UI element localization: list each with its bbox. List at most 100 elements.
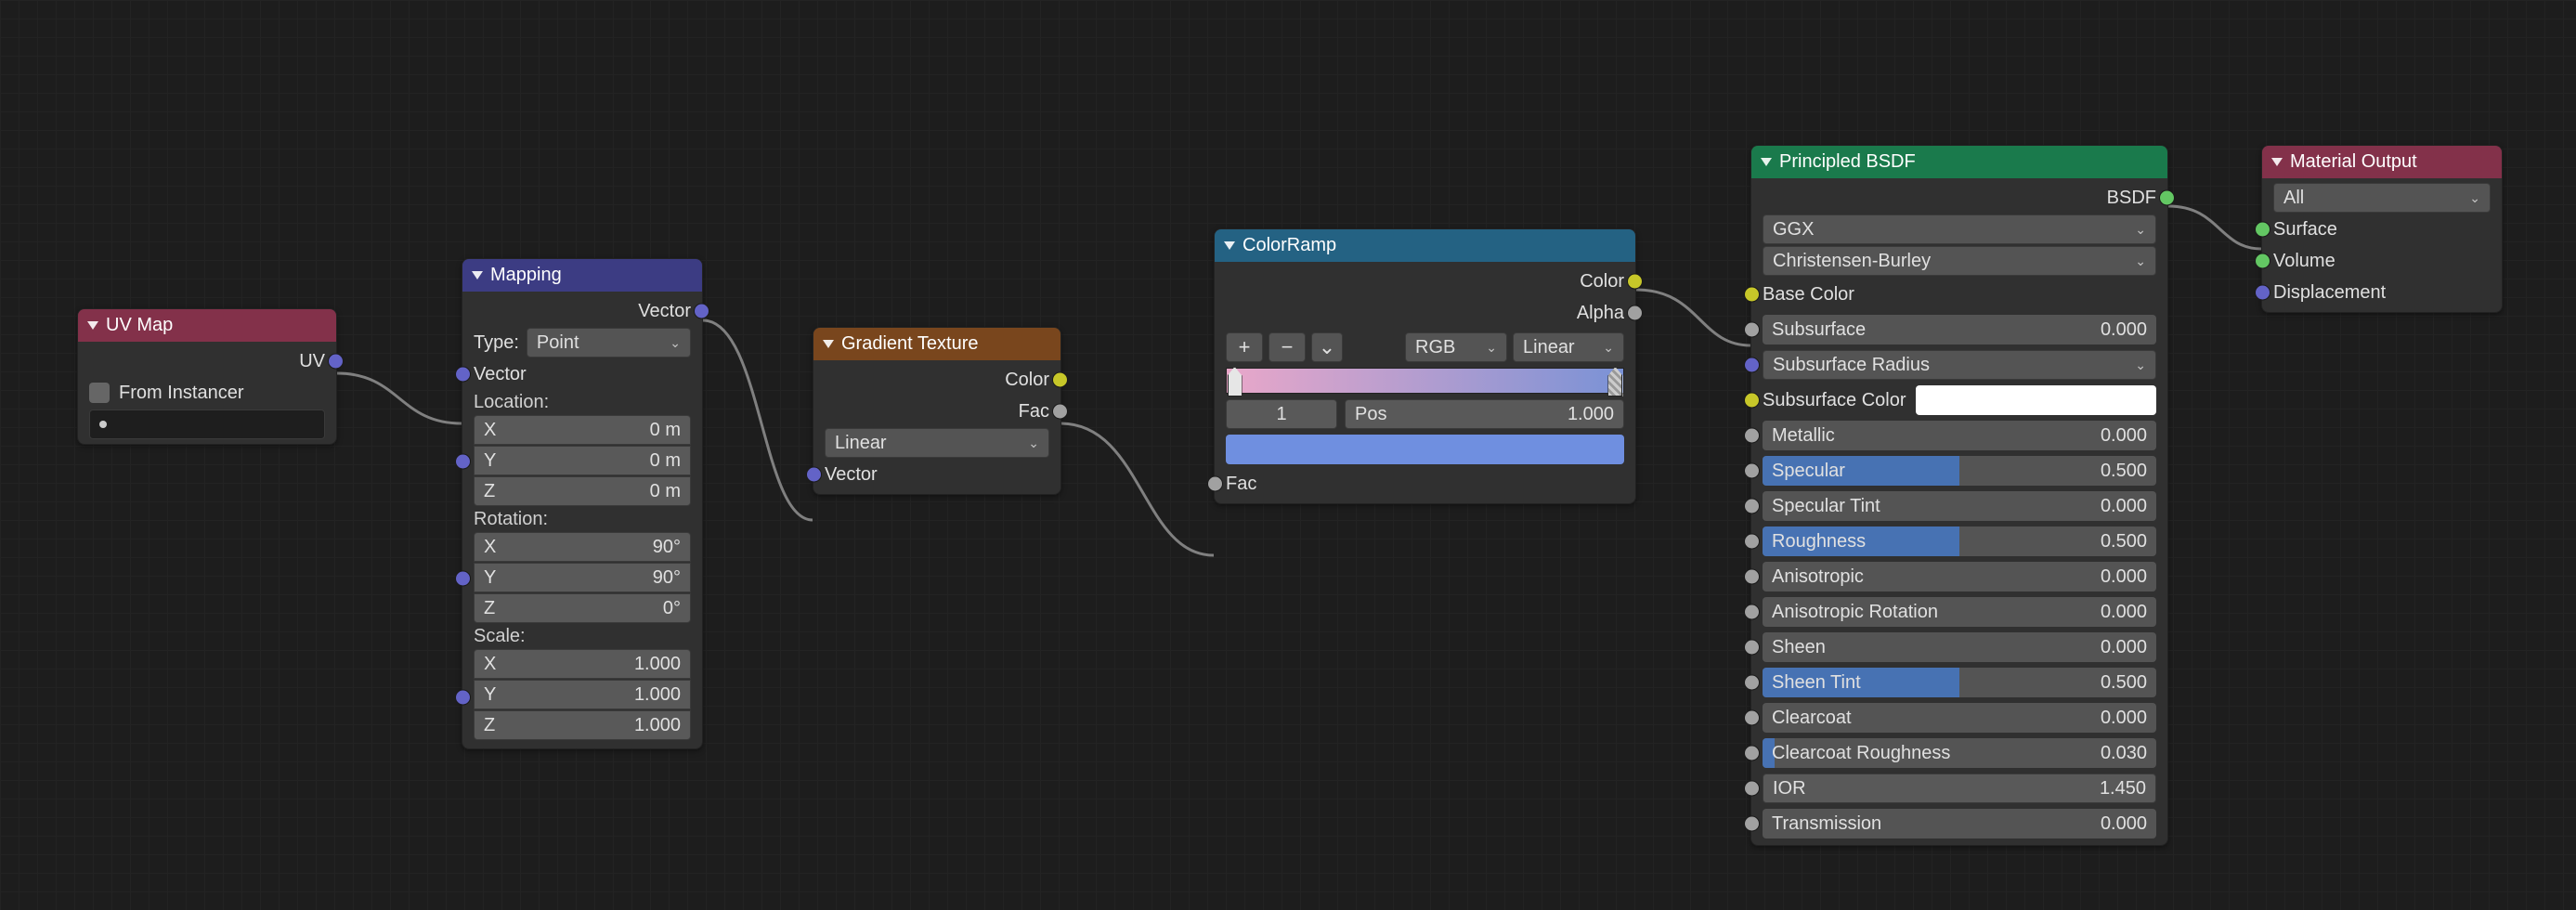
socket-out-color[interactable] [1052,372,1068,388]
socket-out-vector[interactable] [328,354,344,370]
clearcoat-roughness-field[interactable]: Clearcoat Roughness0.030 [1763,738,2156,768]
specular-field[interactable]: Specular0.500 [1763,456,2156,486]
socket-in-volume[interactable] [2255,254,2270,269]
collapse-icon[interactable] [1224,241,1235,250]
collapse-icon[interactable] [472,271,483,280]
ior-field[interactable]: IOR1.450 [1763,774,2156,803]
rotation-x[interactable]: X90° [474,532,691,562]
ramp-index[interactable]: 1 [1226,399,1337,429]
node-colorramp[interactable]: ColorRamp Color Alpha + − ⌄ RGB⌄ Linear⌄ [1214,228,1636,504]
out-bsdf[interactable]: BSDF [1751,182,2167,214]
anisotropic-field[interactable]: Anisotropic0.000 [1763,562,2156,592]
scale-z[interactable]: Z1.000 [474,710,691,740]
location-z[interactable]: Z0 m [474,476,691,506]
sss-method-dropdown[interactable]: Christensen-Burley⌄ [1763,246,2156,276]
gradient-type-dropdown[interactable]: Linear ⌄ [825,428,1049,458]
out-fac[interactable]: Fac [813,396,1060,427]
sheen-field[interactable]: Sheen0.000 [1763,632,2156,662]
socket-out-alpha[interactable] [1627,306,1643,321]
in-base-color[interactable]: Base Color [1751,277,2167,312]
ramp-add-button[interactable]: + [1226,332,1263,362]
ramp-pos[interactable]: Pos 1.000 [1345,399,1624,429]
distribution-dropdown[interactable]: GGX⌄ [1763,214,2156,244]
in-volume[interactable]: Volume [2262,245,2502,277]
ramp-gradient[interactable] [1226,368,1624,394]
socket-in-vector[interactable] [455,367,471,383]
subsurface-radius-dropdown[interactable]: Subsurface Radius⌄ [1763,350,2156,380]
node-mapping[interactable]: Mapping Vector Type: Point ⌄ Vector Loca… [462,258,703,749]
socket-out-vector[interactable] [694,304,709,319]
collapse-icon[interactable] [1761,158,1772,166]
chevron-down-icon: ⌄ [2135,254,2146,269]
uvmap-name-field[interactable] [89,410,325,439]
roughness-field[interactable]: Roughness0.500 [1763,526,2156,556]
in-vector[interactable]: Vector [813,459,1060,490]
node-header[interactable]: Mapping [462,259,702,292]
in-subsurface-radius[interactable]: Subsurface Radius⌄ [1751,347,2167,383]
node-uvmap[interactable]: UV Map UV From Instancer [77,308,337,445]
sheen-tint-field[interactable]: Sheen Tint0.500 [1763,668,2156,697]
specular-tint-field[interactable]: Specular Tint0.000 [1763,491,2156,521]
ramp-stop-1[interactable] [1607,367,1622,396]
socket-in-displacement[interactable] [2255,285,2270,301]
from-instancer-row[interactable]: From Instancer [78,377,336,409]
scale-y[interactable]: Y1.000 [474,680,691,709]
in-subsurface[interactable]: Subsurface0.000 [1751,312,2167,347]
socket-in-surface[interactable] [2255,222,2270,238]
socket-in-location[interactable] [455,453,471,469]
node-header[interactable]: ColorRamp [1215,229,1635,262]
collapse-icon[interactable] [87,321,98,330]
node-header[interactable]: UV Map [78,309,336,342]
subsurface-field[interactable]: Subsurface0.000 [1763,315,2156,344]
ramp-remove-button[interactable]: − [1268,332,1306,362]
chevron-down-icon: ⌄ [2469,190,2480,206]
node-gradient-texture[interactable]: Gradient Texture Color Fac Linear ⌄ Vect… [813,327,1061,495]
node-principled-bsdf[interactable]: Principled BSDF BSDF GGX⌄ Christensen-Bu… [1750,145,2168,846]
socket-out-fac[interactable] [1052,404,1068,420]
socket-in-vector[interactable] [806,467,822,483]
location-y[interactable]: Y0 m [474,446,691,475]
collapse-icon[interactable] [823,340,834,348]
rotation-y[interactable]: Y90° [474,563,691,592]
location-label: Location: [462,390,702,415]
out-color[interactable]: Color [1215,266,1635,297]
in-displacement[interactable]: Displacement [2262,277,2502,308]
node-material-output[interactable]: Material Output All⌄ Surface Volume Disp… [2261,145,2503,313]
transmission-field[interactable]: Transmission0.000 [1763,809,2156,838]
subsurface-color-swatch[interactable] [1916,385,2156,415]
out-vector[interactable]: Vector [462,295,702,327]
out-uv[interactable]: UV [78,345,336,377]
in-fac[interactable]: Fac [1215,468,1635,500]
chevron-down-icon: ⌄ [670,335,681,351]
ramp-stop-0[interactable] [1228,367,1242,396]
metallic-field[interactable]: Metallic0.000 [1763,421,2156,450]
socket-in-rotation[interactable] [455,570,471,586]
type-dropdown[interactable]: Point ⌄ [527,328,691,358]
out-color[interactable]: Color [813,364,1060,396]
node-header[interactable]: Gradient Texture [813,328,1060,360]
scale-x[interactable]: X1.000 [474,649,691,679]
ramp-mode-dropdown[interactable]: RGB⌄ [1405,332,1507,362]
chevron-down-icon: ⌄ [2135,358,2146,373]
socket-in-scale[interactable] [455,689,471,705]
ramp-menu-button[interactable]: ⌄ [1311,332,1343,362]
rotation-z[interactable]: Z0° [474,593,691,623]
node-header[interactable]: Material Output [2262,146,2502,178]
ramp-result-color[interactable] [1226,435,1624,464]
location-x[interactable]: X0 m [474,415,691,445]
in-vector[interactable]: Vector [462,358,702,390]
target-dropdown[interactable]: All⌄ [2273,183,2491,213]
collapse-icon[interactable] [2271,158,2283,166]
ramp-interp-dropdown[interactable]: Linear⌄ [1513,332,1624,362]
anisotropic-rotation-field[interactable]: Anisotropic Rotation0.000 [1763,597,2156,627]
socket-in-fac[interactable] [1207,476,1223,492]
checkbox-from-instancer[interactable] [89,383,110,403]
in-surface[interactable]: Surface [2262,214,2502,245]
clearcoat-field[interactable]: Clearcoat0.000 [1763,703,2156,733]
in-subsurface-color[interactable]: Subsurface Color [1751,383,2167,418]
socket-out-color[interactable] [1627,274,1643,290]
node-header[interactable]: Principled BSDF [1751,146,2167,178]
socket-in-color[interactable] [1744,287,1760,303]
socket-out-bsdf[interactable] [2159,190,2175,206]
out-alpha[interactable]: Alpha [1215,297,1635,329]
